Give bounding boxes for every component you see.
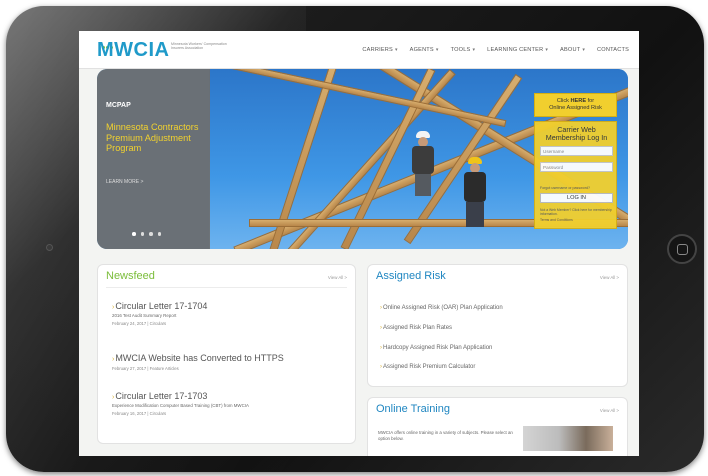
chevron-right-icon: › — [112, 356, 115, 363]
nav-tools[interactable]: TOOLS ▾ — [451, 47, 476, 53]
news-item-title: Circular Letter 17-1703 — [115, 391, 208, 401]
carousel-dot[interactable] — [140, 232, 144, 236]
risk-link-label: Assigned Risk Premium Calculator — [383, 364, 476, 370]
chevron-right-icon: › — [112, 304, 115, 311]
cta-text: for — [587, 98, 595, 104]
news-item[interactable]: ›MWCIA Website has Converted to HTTPS Fe… — [112, 353, 352, 371]
chevron-down-icon: ▾ — [394, 47, 398, 53]
membership-info-link[interactable]: Not a Web Member? Click here for members… — [540, 208, 614, 216]
chevron-right-icon: › — [380, 345, 382, 351]
hero-title: Minnesota Contractors Premium Adjustment… — [106, 122, 199, 154]
newsfeed-card: Newsfeed View All > ›Circular Letter 17-… — [97, 264, 356, 444]
risk-link-premium-calculator[interactable]: ›Assigned Risk Premium Calculator — [380, 364, 475, 370]
online-assigned-risk-button[interactable]: Click HERE for Online Assigned Risk — [534, 93, 617, 117]
news-item-subtitle: Experience Modification Computer Based T… — [112, 403, 249, 408]
login-form: Carrier Web Membership Log In Username P… — [534, 121, 617, 229]
worker-figure — [409, 131, 435, 196]
carousel-dot[interactable] — [149, 232, 153, 236]
chevron-down-icon: ▾ — [435, 47, 439, 53]
site-logo[interactable]: MWCIA — [97, 39, 169, 62]
nav-label: ABOUT — [560, 47, 581, 53]
online-training-text: MWCIA offers online training in a variet… — [378, 430, 513, 441]
nav-label: TOOLS — [450, 47, 471, 53]
risk-link-label: Assigned Risk Plan Rates — [383, 325, 453, 331]
nav-about[interactable]: ABOUT ▾ — [560, 47, 585, 53]
news-item-title: MWCIA Website has Converted to HTTPS — [115, 353, 284, 363]
cta-text: Online Assigned Risk — [549, 105, 602, 111]
chevron-down-icon: ▾ — [545, 47, 549, 53]
chevron-down-icon: ▾ — [582, 47, 586, 53]
carousel-dots — [132, 232, 161, 236]
logo-subtitle: Minnesota Workers' Compensation Insurers… — [171, 42, 227, 51]
login-panel: Click HERE for Online Assigned Risk Carr… — [534, 93, 617, 241]
chevron-down-icon: ▾ — [472, 47, 476, 53]
worker-figure — [461, 157, 489, 227]
chevron-right-icon: › — [380, 305, 382, 311]
risk-link-plan-rates[interactable]: ›Assigned Risk Plan Rates — [380, 325, 452, 331]
news-item-meta: February 16, 2017 | Circulars — [112, 411, 167, 416]
news-item-subtitle: 2016 Test Audit Summary Report — [112, 313, 177, 318]
site-header: MWCIA Minnesota Workers' Compensation In… — [79, 31, 639, 69]
home-square-icon — [677, 244, 688, 255]
nav-label: LEARNING CENTER — [487, 47, 544, 53]
password-field[interactable]: Password — [540, 162, 613, 172]
divider — [106, 287, 347, 288]
news-item[interactable]: ›Circular Letter 17-1704 2016 Test Audit… — [112, 301, 352, 326]
risk-link-label: Hardcopy Assigned Risk Plan Application — [383, 345, 493, 351]
risk-link-oar-application[interactable]: ›Online Assigned Risk (OAR) Plan Applica… — [380, 305, 503, 311]
hero-caption-panel: MCPAP Minnesota Contractors Premium Adju… — [97, 69, 210, 249]
nav-learning-center[interactable]: LEARNING CENTER ▾ — [487, 47, 548, 53]
cta-bold-text: HERE — [570, 98, 587, 104]
newsfeed-view-all-link[interactable]: View All > — [328, 275, 347, 280]
terms-link[interactable]: Terms and Conditions — [540, 218, 573, 222]
nav-label: AGENTS — [409, 47, 434, 53]
forgot-password-link[interactable]: Forgot username or password? — [540, 186, 590, 190]
home-button[interactable] — [667, 234, 697, 264]
assigned-risk-card: Assigned Risk View All > ›Online Assigne… — [367, 264, 628, 387]
assigned-risk-title: Assigned Risk — [376, 270, 446, 282]
nav-carriers[interactable]: CARRIERS ▾ — [362, 47, 397, 53]
screen: MWCIA Minnesota Workers' Compensation In… — [79, 31, 639, 456]
chevron-right-icon: › — [380, 325, 382, 331]
stage: MWCIA Minnesota Workers' Compensation In… — [0, 0, 708, 476]
news-item[interactable]: ›Circular Letter 17-1703 Experience Modi… — [112, 391, 352, 416]
risk-link-label: Online Assigned Risk (OAR) Plan Applicat… — [383, 305, 503, 311]
camera-icon — [46, 244, 53, 251]
chevron-right-icon: › — [380, 364, 382, 370]
chevron-right-icon: › — [112, 394, 115, 401]
login-heading: Carrier Web Membership Log In — [535, 126, 618, 142]
news-item-meta: February 24, 2017 | Circulars — [112, 321, 167, 326]
news-item-title: Circular Letter 17-1704 — [115, 301, 208, 311]
learn-more-link[interactable]: LEARN MORE > — [106, 179, 143, 185]
carousel-dot[interactable] — [157, 232, 161, 236]
news-item-meta: February 27, 2017 | Feature Articles — [112, 366, 179, 371]
main-nav: CARRIERS ▾ AGENTS ▾ TOOLS ▾ LEARNING CENTER… — [362, 47, 629, 53]
risk-link-hardcopy-application[interactable]: ›Hardcopy Assigned Risk Plan Application — [380, 345, 492, 351]
online-training-card: Online Training View All > MWCIA offers … — [367, 397, 628, 456]
nav-agents[interactable]: AGENTS ▾ — [410, 47, 439, 53]
login-button[interactable]: LOG IN — [540, 193, 613, 203]
login-heading-line: Membership Log In — [545, 133, 608, 142]
nav-label: CARRIERS — [362, 47, 393, 53]
online-training-view-all-link[interactable]: View All > — [600, 408, 619, 413]
nav-label: CONTACTS — [597, 47, 629, 53]
carousel-dot[interactable] — [132, 232, 136, 236]
online-training-title: Online Training — [376, 403, 450, 415]
training-photo — [523, 426, 613, 451]
hero-kicker: MCPAP — [106, 102, 131, 109]
nav-contacts[interactable]: CONTACTS — [597, 47, 629, 53]
cta-text: Click — [556, 98, 569, 104]
assigned-risk-view-all-link[interactable]: View All > — [600, 275, 619, 280]
newsfeed-title: Newsfeed — [106, 270, 155, 282]
username-field[interactable]: Username — [540, 146, 613, 156]
